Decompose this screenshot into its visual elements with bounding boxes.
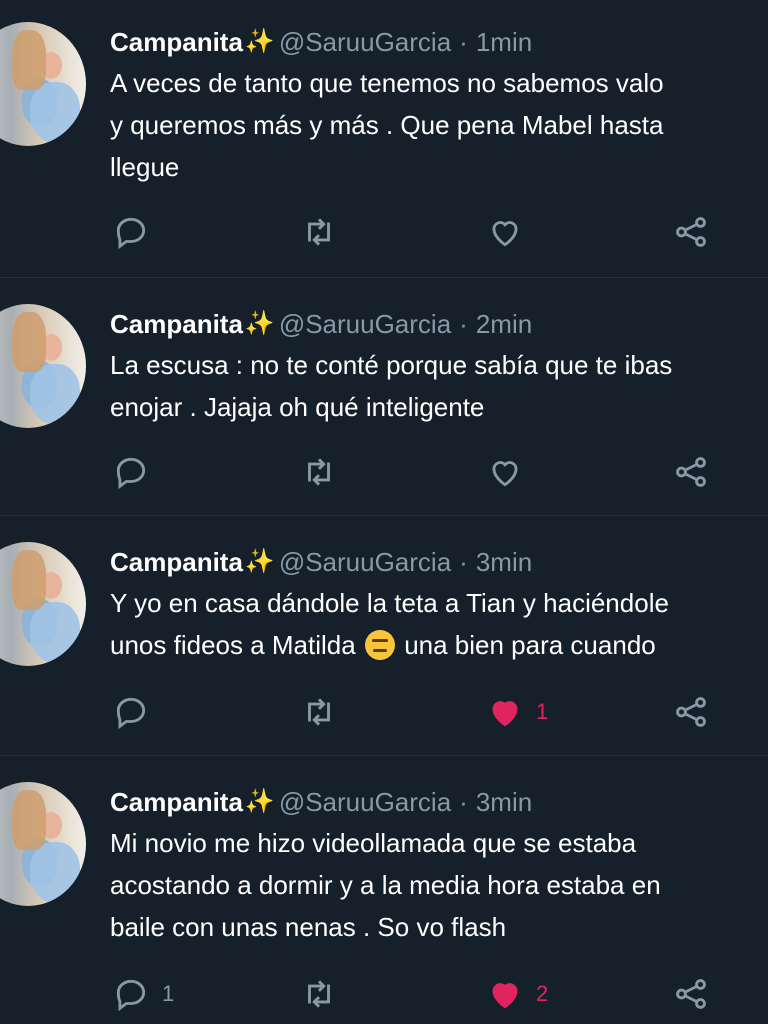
tweet[interactable]: Campanita ✨ @SaruuGarcia · 1min A veces … xyxy=(0,0,768,278)
share-icon xyxy=(676,457,706,487)
avatar[interactable] xyxy=(0,542,86,666)
retweet-icon xyxy=(308,458,330,486)
tweet-text-line: La escusa : no te conté porque sabía que… xyxy=(110,350,673,380)
tweet-text: A veces de tanto que tenemos no sabemos … xyxy=(110,62,768,188)
tweet-text: La escusa : no te conté porque sabía que… xyxy=(110,344,768,428)
share-button[interactable] xyxy=(672,452,710,492)
user-handle[interactable]: @SaruuGarcia xyxy=(279,782,451,822)
like-button[interactable] xyxy=(486,212,536,252)
timestamp[interactable]: 2min xyxy=(476,304,532,344)
timestamp[interactable]: 1min xyxy=(476,22,532,62)
tweet-content: Campanita ✨ @SaruuGarcia · 1min A veces … xyxy=(110,22,768,188)
share-icon xyxy=(676,979,706,1009)
heart-icon xyxy=(492,461,518,487)
sparkle-emoji: ✨ xyxy=(244,548,275,575)
separator-dot: · xyxy=(459,309,468,339)
timestamp[interactable]: 3min xyxy=(476,542,532,582)
retweet-button[interactable] xyxy=(300,212,350,252)
share-button[interactable] xyxy=(672,974,710,1014)
reply-icon xyxy=(116,457,146,490)
sparkle-emoji: ✨ xyxy=(244,788,275,815)
tweet-text-line: acostando a dormir y a la media hora est… xyxy=(110,870,661,900)
reply-button[interactable] xyxy=(112,692,162,732)
retweet-icon xyxy=(308,980,330,1008)
reply-icon xyxy=(116,217,146,250)
tweet-header: Campanita ✨ @SaruuGarcia · 3min xyxy=(110,782,768,822)
user-handle[interactable]: @SaruuGarcia xyxy=(279,22,451,62)
tweet-text-segment: unos fideos a Matilda xyxy=(110,630,356,660)
like-count: 1 xyxy=(536,699,549,724)
sparkle-emoji: ✨ xyxy=(244,28,275,55)
tweet-text-line: A veces de tanto que tenemos no sabemos … xyxy=(110,68,664,98)
share-button[interactable] xyxy=(672,692,710,732)
tweet-text-line: enojar . Jajaja oh qué inteligente xyxy=(110,392,485,422)
retweet-button[interactable] xyxy=(300,452,350,492)
like-count: 2 xyxy=(536,981,549,1006)
tweet[interactable]: Campanita ✨ @SaruuGarcia · 3min Mi novio… xyxy=(0,756,768,1024)
tweet-text-line: llegue xyxy=(110,152,180,182)
tweet-text-line: unos fideos a Matilda una bien para cuan… xyxy=(110,624,768,666)
reply-icon xyxy=(116,979,146,1012)
tweet-text-segment: una bien para cuando xyxy=(404,630,656,660)
tweet-text-line: baile con unas nenas . So vo flash xyxy=(110,912,507,942)
tweet-text-line: Y yo en casa dándole la teta a Tian y ha… xyxy=(110,588,669,618)
retweet-button[interactable] xyxy=(300,974,350,1014)
like-button[interactable] xyxy=(486,452,536,492)
like-button[interactable]: 1 xyxy=(486,692,548,732)
separator-dot: · xyxy=(459,547,468,577)
tweet-text-line: y queremos más y más . Que pena Mabel ha… xyxy=(110,110,664,140)
tweet-text-line: Mi novio me hizo videollamada que se est… xyxy=(110,828,637,858)
share-button[interactable] xyxy=(672,212,710,252)
retweet-icon xyxy=(308,698,330,726)
tweet-header: Campanita ✨ @SaruuGarcia · 3min xyxy=(110,542,768,582)
tweet-header: Campanita ✨ @SaruuGarcia · 2min xyxy=(110,304,768,344)
separator-dot: · xyxy=(459,27,468,57)
display-name[interactable]: Campanita xyxy=(110,304,243,344)
sparkle-emoji: ✨ xyxy=(244,310,275,337)
tweet-content: Campanita ✨ @SaruuGarcia · 2min La escus… xyxy=(110,304,768,428)
reply-count: 1 xyxy=(162,981,175,1006)
tweet-actions xyxy=(0,452,768,492)
heart-filled-icon xyxy=(492,701,518,727)
display-name[interactable]: Campanita xyxy=(110,22,243,62)
share-icon xyxy=(676,697,706,727)
timestamp[interactable]: 3min xyxy=(476,782,532,822)
tweet-content: Campanita ✨ @SaruuGarcia · 3min Mi novio… xyxy=(110,782,768,948)
tweet[interactable]: Campanita ✨ @SaruuGarcia · 2min La escus… xyxy=(0,278,768,516)
tweet-actions xyxy=(0,212,768,252)
tweet-text: Mi novio me hizo videollamada que se est… xyxy=(110,822,768,948)
tweet-actions: 1 2 xyxy=(0,974,768,1014)
retweet-icon xyxy=(308,218,330,246)
user-handle[interactable]: @SaruuGarcia xyxy=(279,542,451,582)
avatar[interactable] xyxy=(0,782,86,906)
user-handle[interactable]: @SaruuGarcia xyxy=(279,304,451,344)
reply-button[interactable] xyxy=(112,452,162,492)
retweet-button[interactable] xyxy=(300,692,350,732)
separator-dot: · xyxy=(459,787,468,817)
expressionless-face-emoji xyxy=(364,630,395,660)
tweet-feed: Campanita ✨ @SaruuGarcia · 1min A veces … xyxy=(0,0,768,1024)
reply-button[interactable] xyxy=(112,212,162,252)
reply-icon xyxy=(116,697,146,730)
display-name[interactable]: Campanita xyxy=(110,782,243,822)
tweet-header: Campanita ✨ @SaruuGarcia · 1min xyxy=(110,22,768,62)
tweet-text: Y yo en casa dándole la teta a Tian y ha… xyxy=(110,582,768,666)
avatar[interactable] xyxy=(0,22,86,146)
heart-filled-icon xyxy=(492,983,518,1009)
tweet-content: Campanita ✨ @SaruuGarcia · 3min Y yo en … xyxy=(110,542,768,666)
display-name[interactable]: Campanita xyxy=(110,542,243,582)
heart-icon xyxy=(492,221,518,247)
tweet[interactable]: Campanita ✨ @SaruuGarcia · 3min Y yo en … xyxy=(0,516,768,756)
share-icon xyxy=(676,217,706,247)
like-button[interactable]: 2 xyxy=(486,974,548,1014)
reply-button[interactable]: 1 xyxy=(112,974,174,1014)
tweet-actions: 1 xyxy=(0,692,768,732)
avatar[interactable] xyxy=(0,304,86,428)
